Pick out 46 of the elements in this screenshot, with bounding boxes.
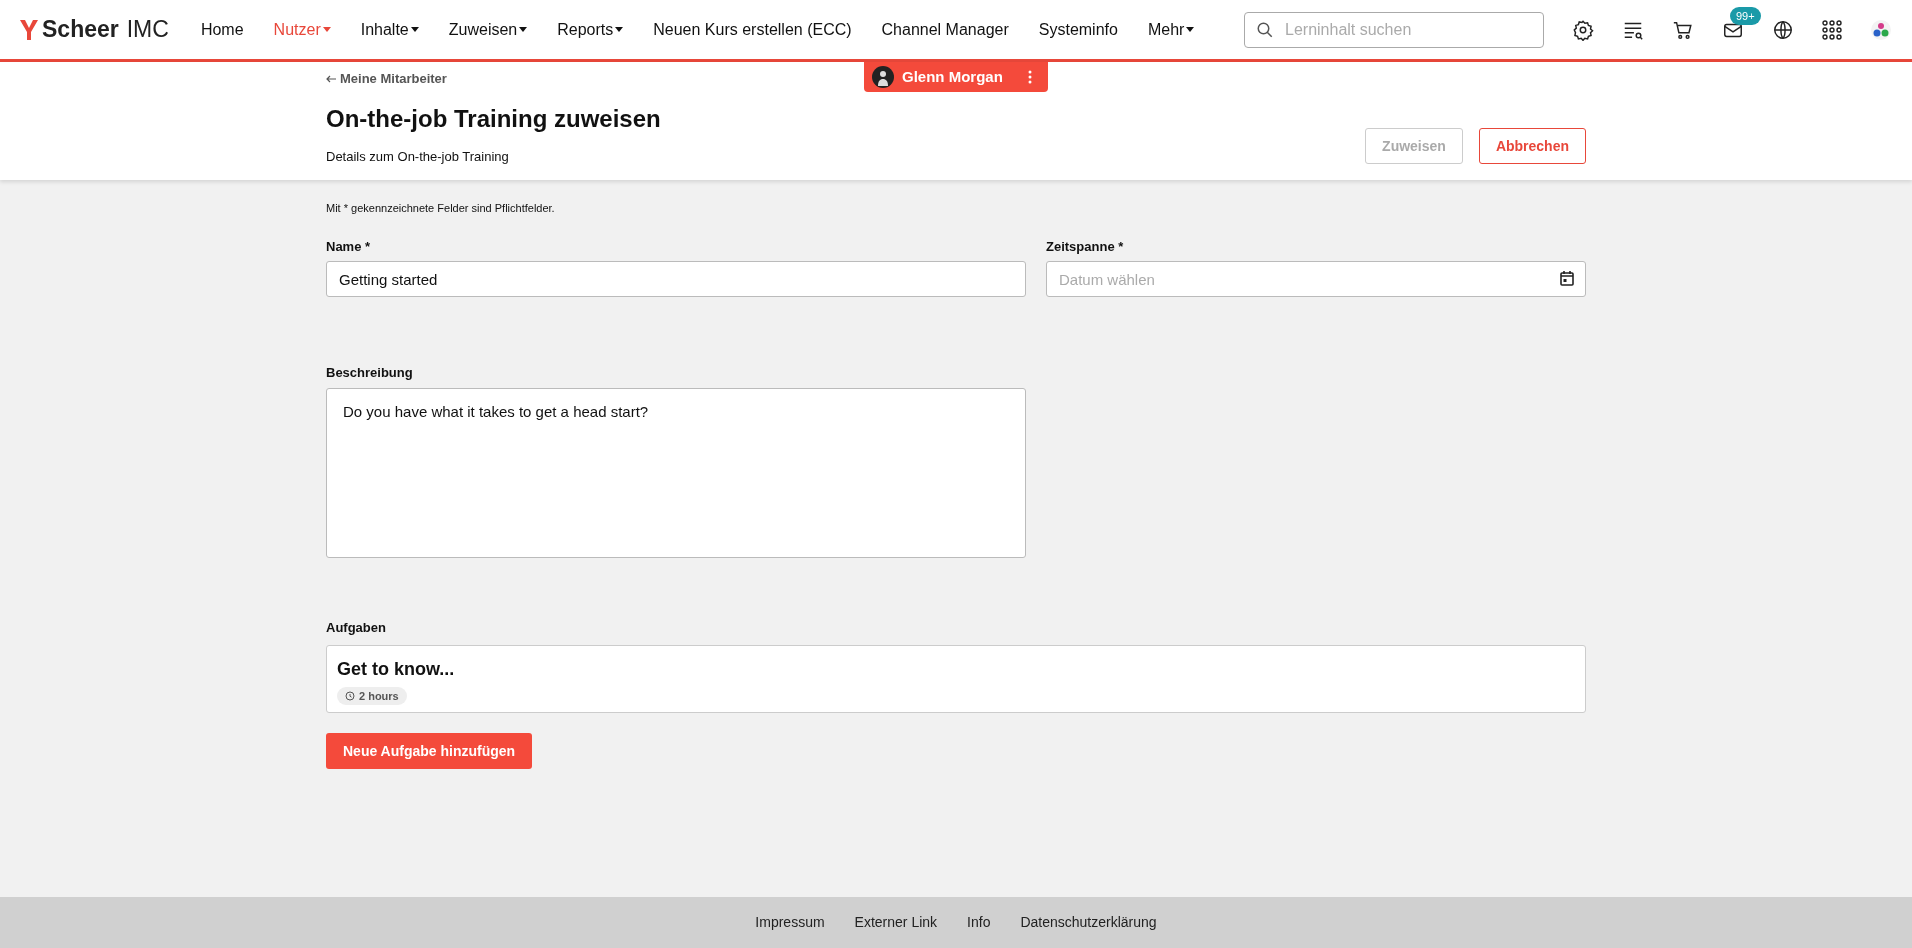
- field-label: Name *: [326, 237, 372, 256]
- add-task-button[interactable]: Neue Aufgabe hinzufügen: [326, 733, 533, 769]
- field-label: Beschreibung: [326, 364, 414, 382]
- nav-item[interactable]: Systeminfo: [1038, 17, 1118, 42]
- name-field[interactable]: Getting started: [326, 261, 1026, 297]
- footer-link[interactable]: Externer Link: [854, 912, 938, 933]
- globe-icon[interactable]: [1772, 18, 1794, 41]
- logo-icon: [20, 19, 38, 40]
- nav-item[interactable]: Neuen Kurs erstellen (ECC): [653, 17, 852, 42]
- notification-badge: 99+: [1730, 6, 1761, 25]
- calendar-icon[interactable]: [1560, 271, 1574, 286]
- back-arrow-icon: [326, 74, 336, 83]
- apps-grid-icon[interactable]: [1822, 19, 1842, 40]
- back-link[interactable]: Meine Mitarbeiter: [326, 69, 661, 89]
- duration-badge: 2 hours: [337, 687, 407, 705]
- user-chip[interactable]: Glenn Morgan: [864, 62, 1048, 92]
- page-title: On-the-job Training zuweisen: [326, 103, 661, 134]
- more-icon[interactable]: [1028, 70, 1032, 84]
- footer-link[interactable]: Impressum: [755, 912, 825, 933]
- nav-item[interactable]: Home: [200, 17, 244, 42]
- clock-icon: [345, 691, 355, 701]
- required-note: Mit * gekennzeichnete Felder sind Pflichtfelder.: [326, 201, 556, 216]
- task-card[interactable]: Get to know... 2 hours: [326, 645, 1586, 713]
- date-field[interactable]: Datum wählen: [1046, 261, 1586, 297]
- footer-link[interactable]: Info: [967, 912, 991, 933]
- nav-item[interactable]: Nutzer: [273, 17, 331, 42]
- nav-item[interactable]: Zuweisen: [448, 17, 528, 42]
- settings-icon[interactable]: [1572, 18, 1594, 41]
- nav-item[interactable]: Channel Manager: [881, 17, 1009, 42]
- page-subtitle: Details zum On-the-job Training: [326, 147, 510, 166]
- brand-suffix: IMC: [126, 15, 169, 45]
- brand-name: Scheer: [42, 15, 119, 45]
- nav-item[interactable]: Reports: [557, 17, 624, 42]
- nav-item[interactable]: Inhalte: [360, 17, 419, 42]
- section-label: Aufgaben: [326, 618, 387, 637]
- nav-item[interactable]: Mehr: [1147, 17, 1195, 42]
- cancel-button[interactable]: Abbrechen: [1478, 128, 1586, 164]
- footer-link[interactable]: Datenschutzerklärung: [1020, 912, 1157, 933]
- task-title: Get to know...: [337, 658, 455, 681]
- search-icon: [1256, 20, 1274, 39]
- logo-avatar-icon[interactable]: [1870, 18, 1892, 41]
- field-label: Zeitspanne *: [1046, 237, 1125, 256]
- avatar-icon: [872, 66, 894, 88]
- description-field[interactable]: Do you have what it takes to get a head start?: [326, 387, 1026, 558]
- user-name: Glenn Morgan: [902, 66, 1003, 87]
- search-field[interactable]: Lerninhalt suchen: [1244, 11, 1544, 48]
